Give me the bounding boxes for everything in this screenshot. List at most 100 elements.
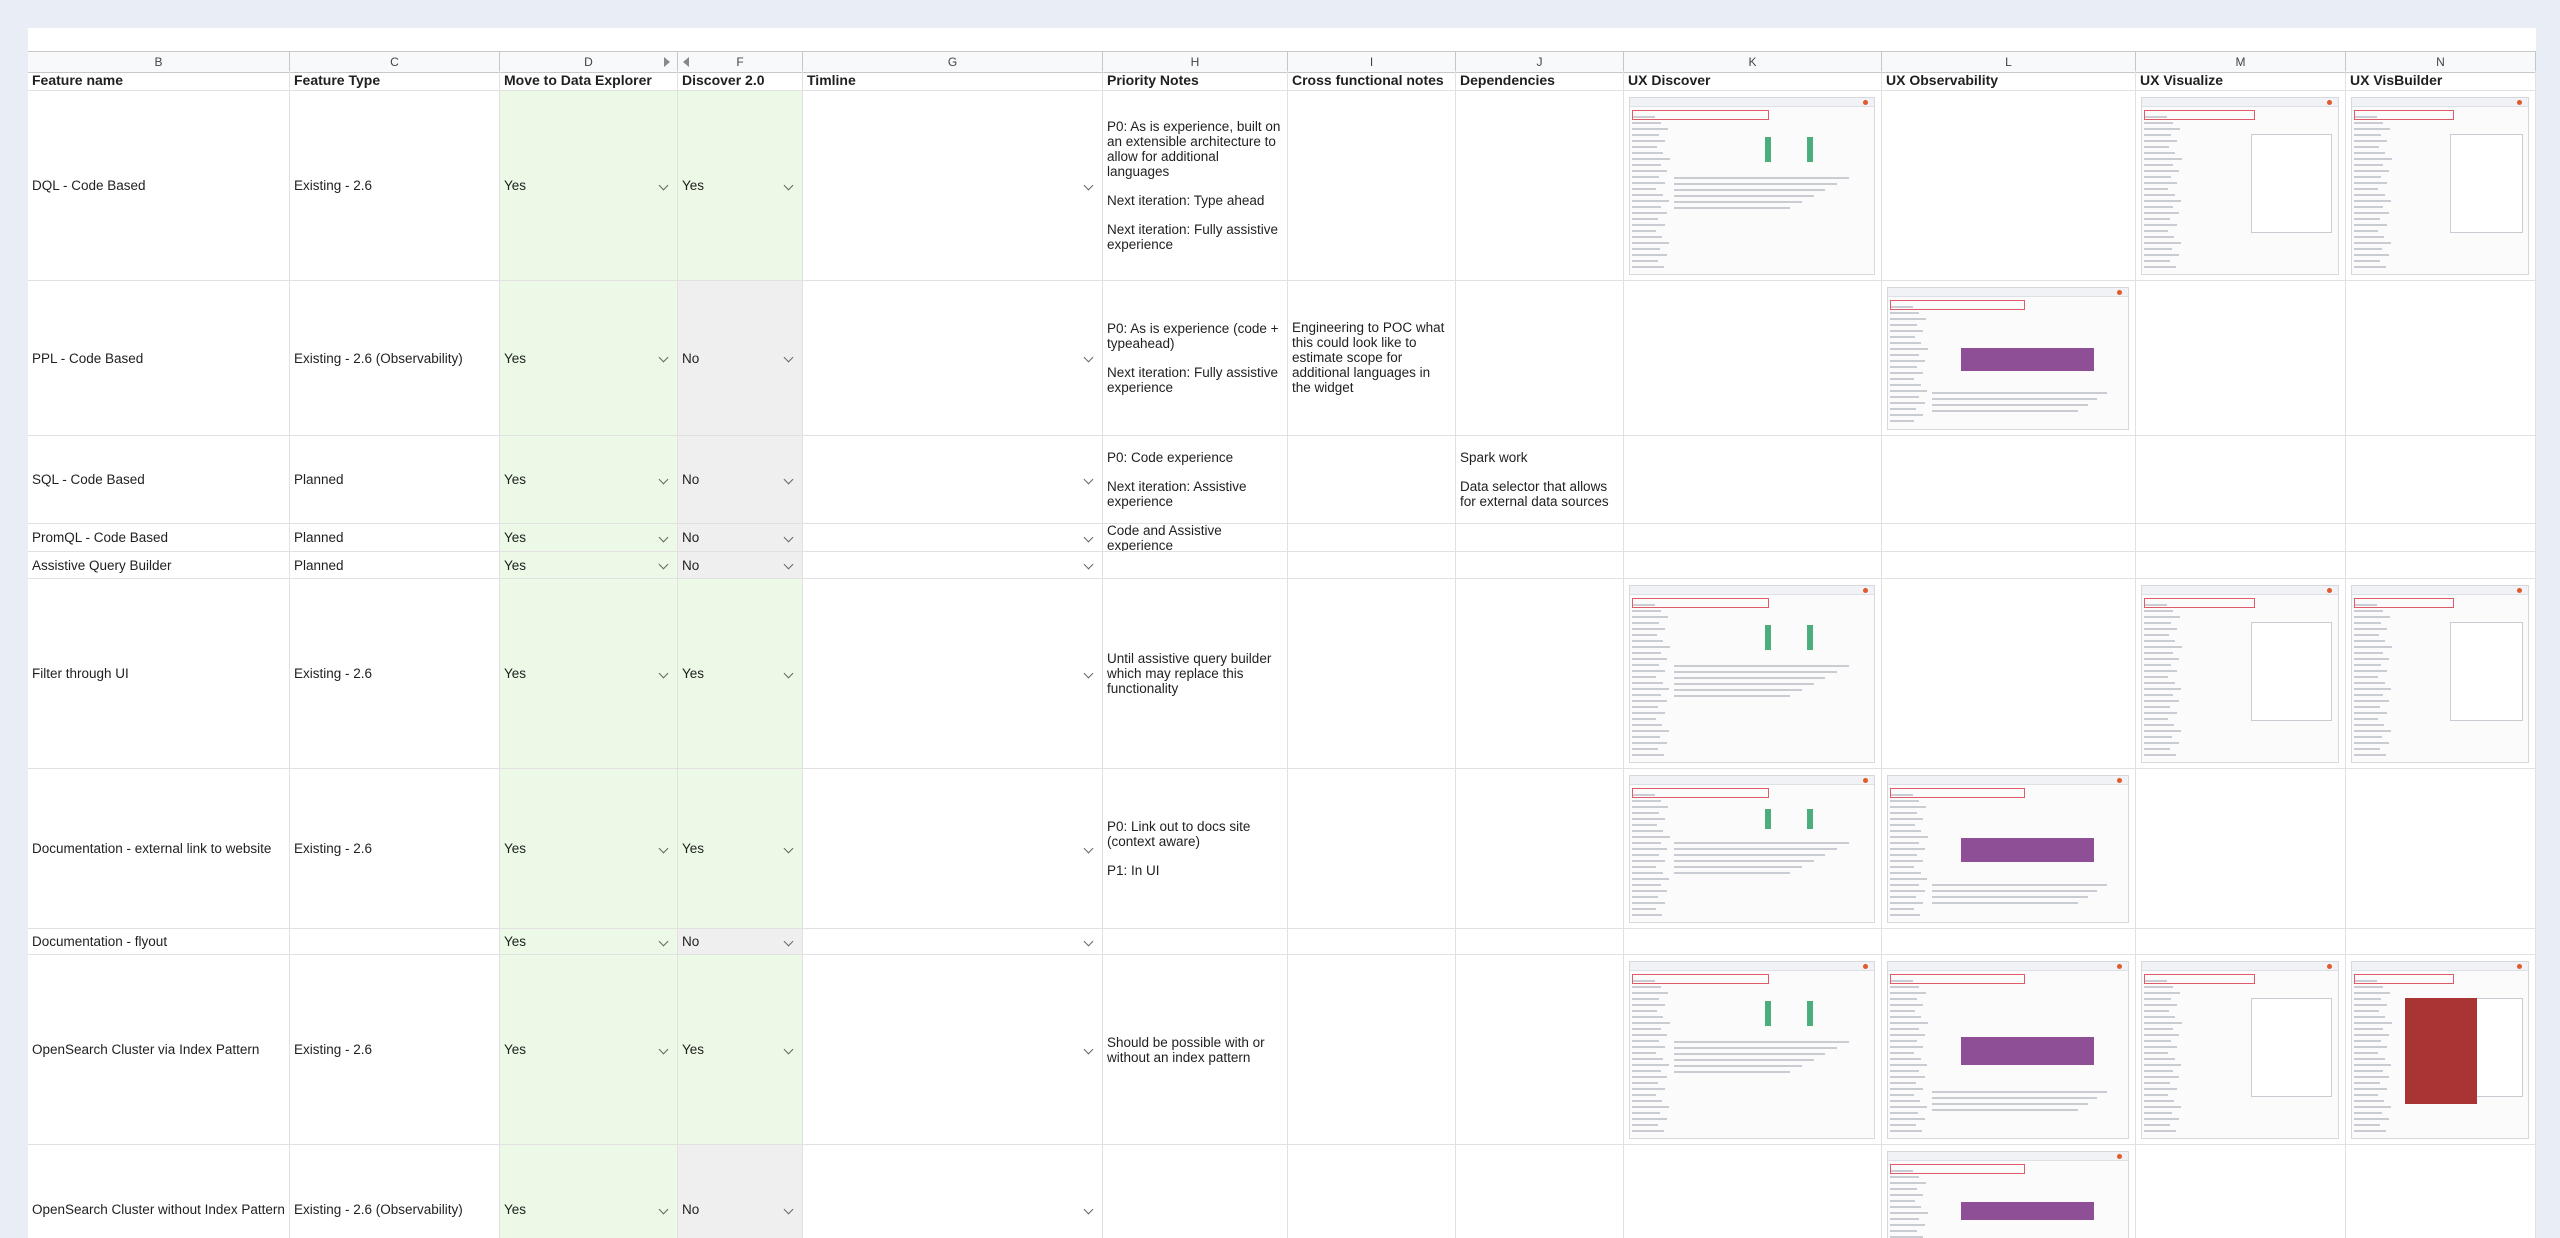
column-letter-l[interactable]: L — [1882, 52, 2136, 72]
cell-name[interactable]: DQL - Code Based — [28, 91, 290, 281]
header-ux-visualize[interactable]: UX Visualize — [2136, 71, 2346, 91]
cell-deps[interactable] — [1456, 91, 1624, 281]
cell-uxv[interactable] — [2136, 579, 2346, 769]
chevron-down-icon[interactable] — [658, 180, 669, 190]
cell-name[interactable]: Assistive Query Builder — [28, 552, 290, 579]
chevron-down-icon[interactable] — [658, 474, 669, 484]
chevron-down-icon[interactable] — [783, 180, 794, 190]
cell-uxv[interactable] — [2136, 552, 2346, 579]
cell-uxd[interactable] — [1624, 579, 1882, 769]
chevron-down-icon[interactable] — [658, 532, 669, 542]
uxd-screenshot-thumbnail[interactable] — [1629, 775, 1875, 923]
chevron-down-icon[interactable] — [783, 559, 794, 570]
cell-uxo[interactable] — [1882, 579, 2136, 769]
uxo-screenshot-thumbnail[interactable] — [1887, 961, 2129, 1139]
cell-name[interactable]: Filter through UI — [28, 579, 290, 769]
cell-deps[interactable] — [1456, 769, 1624, 929]
cell-move[interactable]: Yes — [500, 524, 678, 552]
chevron-down-icon[interactable] — [783, 352, 794, 363]
cell-move[interactable]: Yes — [500, 281, 678, 436]
cell-uxd[interactable] — [1624, 929, 1882, 955]
uxb-screenshot-thumbnail[interactable] — [2351, 585, 2529, 763]
cell-timeline[interactable] — [803, 281, 1103, 436]
cell-uxo[interactable] — [1882, 552, 2136, 579]
uxd-screenshot-thumbnail[interactable] — [1629, 97, 1875, 275]
cell-move[interactable]: Yes — [500, 552, 678, 579]
uxo-screenshot-thumbnail[interactable] — [1887, 287, 2129, 430]
cell-uxb[interactable] — [2346, 1145, 2536, 1238]
cell-uxb[interactable] — [2346, 524, 2536, 552]
cell-uxd[interactable] — [1624, 955, 1882, 1145]
cell-timeline[interactable] — [803, 552, 1103, 579]
column-letter-c[interactable]: C — [290, 52, 500, 72]
cell-discover[interactable]: Yes — [678, 769, 803, 929]
cell-uxd[interactable] — [1624, 552, 1882, 579]
chevron-down-icon[interactable] — [783, 1204, 794, 1214]
cell-discover[interactable]: Yes — [678, 579, 803, 769]
cell-uxo[interactable] — [1882, 524, 2136, 552]
uxb-screenshot-thumbnail[interactable] — [2351, 97, 2529, 275]
cell-timeline[interactable] — [803, 1145, 1103, 1238]
chevron-down-icon[interactable] — [658, 1204, 669, 1214]
column-letter-m[interactable]: M — [2136, 52, 2346, 72]
chevron-down-icon[interactable] — [1083, 1204, 1094, 1214]
header-ux-discover[interactable]: UX Discover — [1624, 71, 1882, 91]
cell-cross[interactable] — [1288, 1145, 1456, 1238]
chevron-down-icon[interactable] — [658, 559, 669, 570]
column-letter-d[interactable]: D — [500, 52, 678, 72]
cell-deps[interactable] — [1456, 929, 1624, 955]
cell-name[interactable]: PPL - Code Based — [28, 281, 290, 436]
cell-timeline[interactable] — [803, 769, 1103, 929]
cell-uxb[interactable] — [2346, 929, 2536, 955]
cell-uxb[interactable] — [2346, 769, 2536, 929]
chevron-down-icon[interactable] — [658, 352, 669, 363]
header-feature-type[interactable]: Feature Type — [290, 71, 500, 91]
cell-type[interactable]: Planned — [290, 524, 500, 552]
cell-move[interactable]: Yes — [500, 1145, 678, 1238]
uxv-screenshot-thumbnail[interactable] — [2141, 97, 2339, 275]
cell-uxo[interactable] — [1882, 281, 2136, 436]
cell-discover[interactable]: No — [678, 281, 803, 436]
cell-timeline[interactable] — [803, 579, 1103, 769]
cell-deps[interactable] — [1456, 579, 1624, 769]
cell-discover[interactable]: No — [678, 436, 803, 524]
cell-move[interactable]: Yes — [500, 436, 678, 524]
cell-priority[interactable] — [1103, 1145, 1288, 1238]
cell-name[interactable]: Documentation - external link to website — [28, 769, 290, 929]
cell-timeline[interactable] — [803, 524, 1103, 552]
cell-move[interactable]: Yes — [500, 929, 678, 955]
cell-discover[interactable]: No — [678, 552, 803, 579]
cell-name[interactable]: OpenSearch Cluster via Index Pattern — [28, 955, 290, 1145]
uxd-screenshot-thumbnail[interactable] — [1629, 961, 1875, 1139]
cell-name[interactable]: PromQL - Code Based — [28, 524, 290, 552]
chevron-down-icon[interactable] — [783, 474, 794, 484]
cell-cross[interactable] — [1288, 552, 1456, 579]
chevron-down-icon[interactable] — [658, 936, 669, 946]
header-timeline[interactable]: Timline — [803, 71, 1103, 91]
cell-priority[interactable]: P0: Link out to docs site (context aware… — [1103, 769, 1288, 929]
cell-cross[interactable]: Engineering to POC what this could look … — [1288, 281, 1456, 436]
cell-cross[interactable] — [1288, 436, 1456, 524]
cell-uxd[interactable] — [1624, 1145, 1882, 1238]
header-priority-notes[interactable]: Priority Notes — [1103, 71, 1288, 91]
cell-priority[interactable]: Until assistive query builder which may … — [1103, 579, 1288, 769]
cell-deps[interactable] — [1456, 1145, 1624, 1238]
column-letter-f[interactable]: F — [678, 52, 803, 72]
uxo-screenshot-thumbnail[interactable] — [1887, 775, 2129, 923]
cell-uxv[interactable] — [2136, 929, 2346, 955]
cell-uxv[interactable] — [2136, 436, 2346, 524]
header-cross-functional-notes[interactable]: Cross functional notes — [1288, 71, 1456, 91]
cell-move[interactable]: Yes — [500, 91, 678, 281]
cell-deps[interactable] — [1456, 552, 1624, 579]
cell-type[interactable]: Existing - 2.6 — [290, 91, 500, 281]
cell-deps[interactable] — [1456, 281, 1624, 436]
cell-type[interactable]: Existing - 2.6 — [290, 579, 500, 769]
chevron-down-icon[interactable] — [783, 936, 794, 946]
cell-cross[interactable] — [1288, 929, 1456, 955]
cell-uxv[interactable] — [2136, 524, 2346, 552]
chevron-down-icon[interactable] — [1083, 559, 1094, 570]
cell-uxd[interactable] — [1624, 436, 1882, 524]
cell-cross[interactable] — [1288, 91, 1456, 281]
cell-discover[interactable]: No — [678, 929, 803, 955]
chevron-down-icon[interactable] — [1083, 1044, 1094, 1054]
